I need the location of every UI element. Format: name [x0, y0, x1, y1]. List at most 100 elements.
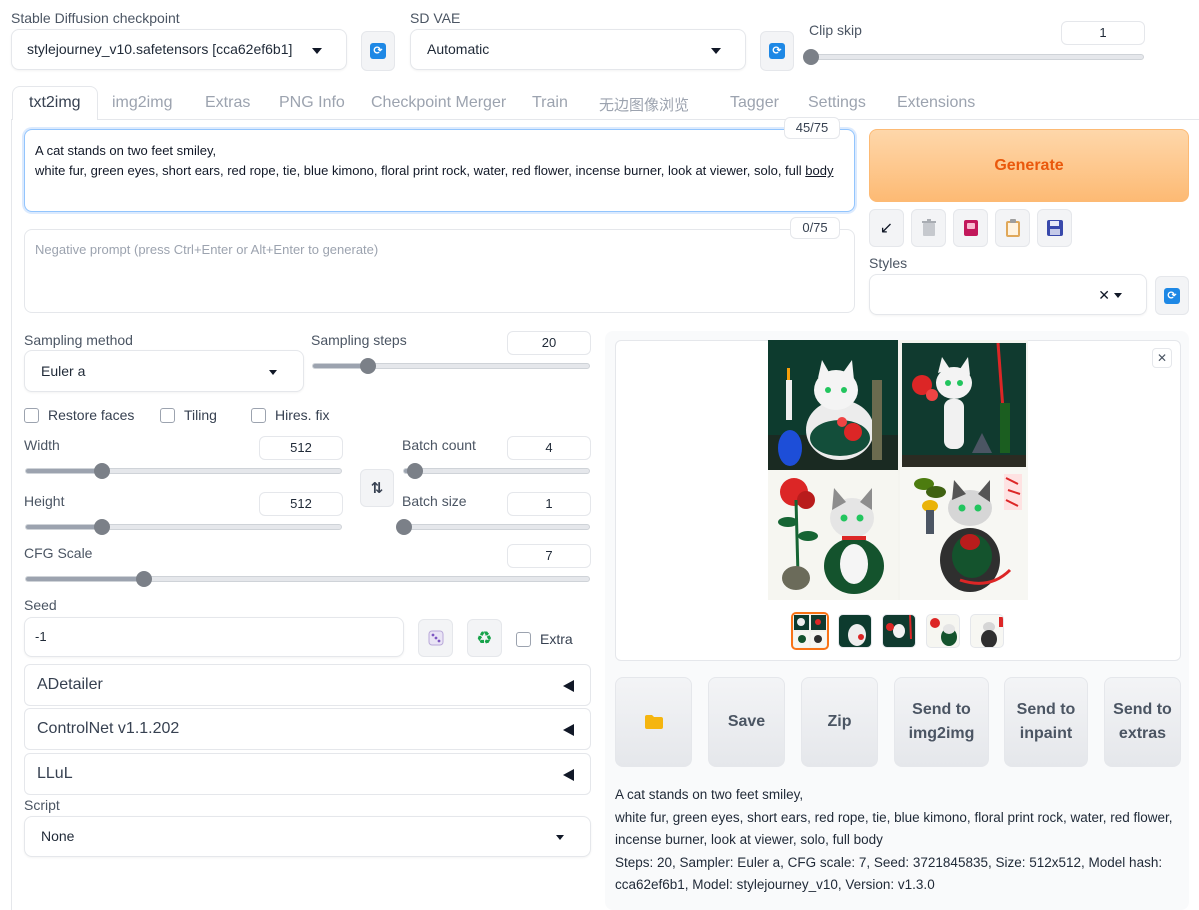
script-value: None [41, 828, 75, 844]
refresh-vae-button[interactable]: ⟳ [760, 31, 794, 71]
tab-train[interactable]: Train [532, 94, 568, 112]
height-label: Height [24, 493, 65, 509]
info-line-2: white fur, green eyes, short ears, red r… [615, 809, 1173, 848]
refresh-icon: ⟳ [370, 43, 386, 59]
height-input[interactable]: 512 [259, 492, 343, 516]
tab-extensions[interactable]: Extensions [897, 94, 975, 112]
accordion-adetailer[interactable]: ADetailer [24, 664, 591, 706]
floppy-icon [1046, 220, 1063, 236]
styles-dropdown[interactable]: ✕ [869, 274, 1147, 315]
tab-checkpoint-merger[interactable]: Checkpoint Merger [371, 94, 506, 112]
thumbnail-grid[interactable] [791, 612, 829, 650]
refresh-styles-button[interactable]: ⟳ [1155, 276, 1189, 315]
height-slider[interactable] [25, 519, 342, 535]
thumbnail-3[interactable] [926, 614, 960, 648]
accordion-llul[interactable]: LLuL [24, 753, 591, 795]
paste-prompt-button[interactable]: ↙ [869, 209, 904, 247]
preview-image[interactable] [768, 340, 1028, 600]
prompt-token-counter: 45/75 [784, 117, 840, 139]
random-seed-button[interactable] [418, 619, 453, 657]
cfg-scale-input[interactable]: 7 [507, 544, 591, 568]
slider-knob[interactable] [360, 358, 377, 374]
hires-fix-checkbox[interactable] [251, 408, 266, 423]
sampling-method-label: Sampling method [24, 332, 133, 348]
clip-skip-input[interactable]: 1 [1061, 21, 1145, 45]
vae-value: Automatic [427, 41, 490, 57]
tab-tagger[interactable]: Tagger [730, 94, 779, 112]
thumbnail-4[interactable] [970, 614, 1004, 648]
tabs-divider [11, 119, 1199, 120]
book-icon [963, 220, 978, 236]
refresh-checkpoint-button[interactable]: ⟳ [361, 31, 395, 71]
sampling-steps-input[interactable]: 20 [507, 331, 591, 355]
slider-knob[interactable] [136, 571, 153, 587]
tab-txt2img[interactable]: txt2img [12, 86, 98, 120]
slider-knob[interactable] [803, 49, 819, 65]
tab-png-info[interactable]: PNG Info [279, 94, 345, 112]
save-style-button[interactable] [1037, 209, 1072, 247]
chevron-down-icon [1114, 293, 1122, 298]
apply-style-button[interactable] [995, 209, 1030, 247]
slider-fill [26, 577, 145, 581]
clip-skip-slider[interactable] [803, 49, 1144, 65]
send-to-extras-button[interactable]: Send to extras [1104, 677, 1181, 767]
reuse-seed-button[interactable]: ♻ [467, 619, 502, 657]
batch-size-input[interactable]: 1 [507, 492, 591, 516]
cfg-scale-slider[interactable] [25, 571, 590, 587]
script-dropdown[interactable]: None [24, 816, 591, 857]
tab-extras[interactable]: Extras [205, 94, 250, 112]
thumbnail-1[interactable] [838, 614, 872, 648]
slider-fill [26, 469, 102, 473]
width-input[interactable]: 512 [259, 436, 343, 460]
checkpoint-value: stylejourney_v10.safetensors [cca62ef6b1… [27, 41, 293, 57]
width-slider[interactable] [25, 463, 342, 479]
send-to-img2img-button[interactable]: Send to img2img [894, 677, 989, 767]
seed-value: -1 [35, 629, 47, 644]
sampling-steps-slider[interactable] [312, 358, 590, 374]
negative-prompt-textarea[interactable]: Negative prompt (press Ctrl+Enter or Alt… [24, 229, 855, 313]
clipboard-icon [1005, 219, 1020, 237]
generate-button[interactable]: Generate [869, 129, 1189, 202]
batch-count-input[interactable]: 4 [507, 436, 591, 460]
swap-dimensions-button[interactable]: ⇅ [360, 469, 394, 507]
accordion-controlnet[interactable]: ControlNet v1.1.202 [24, 708, 591, 750]
folder-icon [644, 715, 663, 729]
batch-size-slider[interactable] [396, 519, 590, 535]
prompt-textarea[interactable]: A cat stands on two feet smiley, white f… [24, 129, 855, 212]
checkpoint-dropdown[interactable]: stylejourney_v10.safetensors [cca62ef6b1… [11, 29, 347, 70]
show-extra-networks-button[interactable] [953, 209, 988, 247]
styles-label: Styles [869, 255, 908, 271]
slider-knob[interactable] [396, 519, 412, 535]
extra-seed-checkbox[interactable] [516, 632, 531, 647]
thumbnail-2[interactable] [882, 614, 916, 648]
prompt-line-2: white fur, green eyes, short ears, red r… [35, 163, 806, 178]
info-line-3: Steps: 20, Sampler: Euler a, CFG scale: … [615, 854, 1163, 893]
tab-image-browser[interactable]: 无边图像浏览 [599, 94, 689, 115]
close-icon[interactable]: ✕ [1152, 348, 1172, 368]
save-button[interactable]: Save [708, 677, 785, 767]
hires-fix-label: Hires. fix [275, 407, 330, 423]
slider-fill [26, 525, 102, 529]
chevron-down-icon [312, 48, 322, 54]
seed-input[interactable]: -1 [24, 617, 404, 657]
clear-prompt-button[interactable] [911, 209, 946, 247]
slider-knob[interactable] [407, 463, 424, 479]
recycle-icon: ♻ [476, 627, 493, 649]
tab-img2img[interactable]: img2img [112, 94, 172, 112]
preview-cell-3 [768, 470, 898, 600]
batch-count-slider[interactable] [403, 463, 590, 479]
batch-size-label: Batch size [402, 493, 467, 509]
negative-prompt-placeholder: Negative prompt (press Ctrl+Enter or Alt… [35, 242, 379, 257]
zip-button[interactable]: Zip [801, 677, 878, 767]
send-to-inpaint-button[interactable]: Send to inpaint [1004, 677, 1088, 767]
slider-knob[interactable] [93, 463, 110, 479]
tiling-checkbox[interactable] [160, 408, 175, 423]
open-folder-button[interactable] [615, 677, 692, 767]
slider-knob[interactable] [93, 519, 110, 535]
sampling-method-dropdown[interactable]: Euler a [24, 350, 304, 392]
trash-icon [921, 219, 936, 236]
restore-faces-checkbox[interactable] [24, 408, 39, 423]
vae-dropdown[interactable]: Automatic [410, 29, 746, 70]
tab-settings[interactable]: Settings [808, 94, 866, 112]
close-icon[interactable]: ✕ [1098, 287, 1110, 304]
